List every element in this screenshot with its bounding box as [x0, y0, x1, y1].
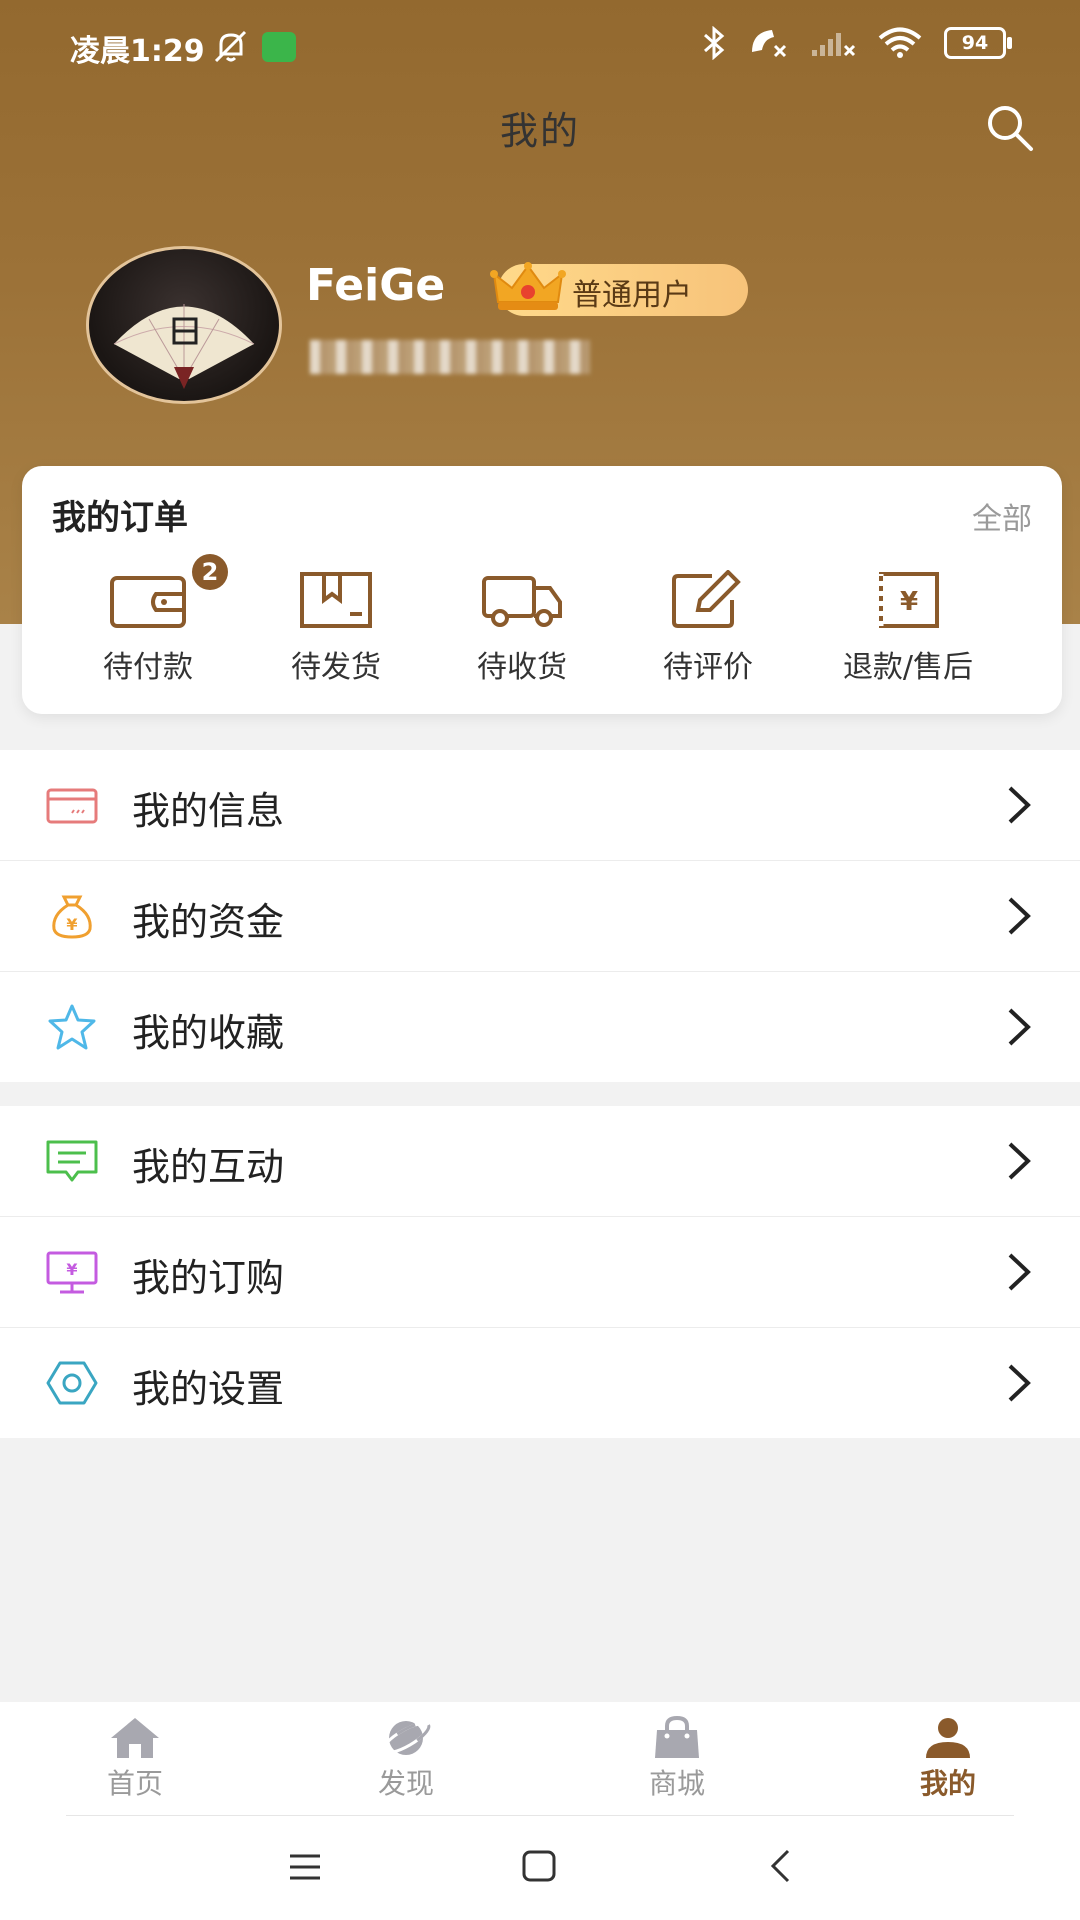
order-label: 待评价	[663, 650, 753, 685]
order-label: 退款/售后	[842, 650, 974, 685]
menu-item-my-interactions[interactable]: 我的互动	[0, 1106, 1080, 1217]
menu-label: 我的信息	[132, 789, 285, 833]
box-icon	[300, 572, 372, 628]
truck-icon	[482, 576, 562, 627]
avatar[interactable]	[86, 246, 282, 404]
battery-indicator: 94	[944, 27, 1012, 59]
order-pending-review[interactable]: 待评价	[638, 570, 778, 686]
chevron-right-icon	[1008, 1142, 1031, 1180]
back-icon[interactable]	[768, 1848, 792, 1884]
menu-label: 我的订购	[132, 1256, 285, 1300]
order-pending-payment[interactable]: 待付款	[78, 570, 218, 686]
menu-group-account: 我的信息 ¥ 我的资金 我的收藏	[0, 750, 1080, 1082]
tab-label: 商城	[648, 1767, 705, 1800]
chevron-right-icon	[1008, 1008, 1031, 1046]
order-pending-receipt[interactable]: 待收货	[452, 570, 592, 686]
menu-item-my-favorites[interactable]: 我的收藏	[0, 972, 1080, 1082]
username: FeiGe	[306, 260, 446, 311]
tab-label: 发现	[377, 1767, 434, 1800]
orders-card: 我的订单 全部 待付款 2 待发货 待收货 待评价 ¥ 退款/售后	[22, 466, 1062, 714]
tab-discover[interactable]: 发现	[346, 1716, 466, 1802]
menu-label: 我的设置	[132, 1367, 285, 1411]
menu-label: 我的互动	[132, 1145, 285, 1189]
status-bar: 凌晨1:29 94	[0, 0, 1080, 96]
order-pending-shipment[interactable]: 待发货	[266, 570, 406, 686]
app-notification-icon	[262, 32, 296, 62]
bluetooth-icon	[704, 26, 725, 60]
bell-muted-icon	[214, 30, 247, 63]
tab-home[interactable]: 首页	[75, 1716, 195, 1802]
star-icon	[48, 1004, 96, 1050]
gear-icon	[46, 1361, 98, 1405]
signal-icon	[812, 33, 856, 57]
svg-text:¥: ¥	[900, 587, 918, 617]
card-icon	[46, 788, 98, 824]
member-badge-label: 普通用户	[572, 278, 692, 313]
chevron-right-icon	[1008, 1253, 1031, 1291]
status-time: 凌晨1:29	[70, 34, 205, 69]
pending-payment-count-badge: 2	[192, 554, 228, 590]
money-bag-icon: ¥	[52, 895, 92, 939]
orders-all-link[interactable]: 全部	[972, 494, 1032, 538]
menu-item-my-subscriptions[interactable]: ¥ 我的订购	[0, 1217, 1080, 1328]
orders-title: 我的订单	[52, 498, 188, 538]
order-label: 待收货	[477, 650, 567, 685]
search-icon[interactable]	[984, 102, 1036, 154]
chevron-right-icon	[1008, 786, 1031, 824]
crown-icon	[490, 262, 566, 310]
menu-label: 我的资金	[132, 900, 285, 944]
avatar-fan-image	[113, 304, 255, 389]
tab-label: 我的	[919, 1767, 976, 1800]
menu-item-my-funds[interactable]: ¥ 我的资金	[0, 861, 1080, 972]
home-square-icon[interactable]	[522, 1850, 556, 1882]
menu-item-my-settings[interactable]: 我的设置	[0, 1328, 1080, 1438]
order-refund-aftersale[interactable]: ¥ 退款/售后	[818, 570, 998, 686]
tab-label: 首页	[106, 1767, 163, 1800]
chevron-right-icon	[1008, 1364, 1031, 1402]
wifi-icon	[878, 27, 922, 58]
menu-item-my-info[interactable]: 我的信息	[0, 750, 1080, 861]
refund-receipt-icon: ¥	[878, 572, 939, 628]
tab-mall[interactable]: 商城	[617, 1716, 737, 1802]
page-title: 我的	[499, 109, 580, 153]
chevron-right-icon	[1008, 897, 1031, 935]
edit-icon	[672, 570, 741, 628]
planet-icon	[381, 1721, 431, 1755]
wallet-icon	[110, 576, 186, 628]
menu-group-services: 我的互动 ¥ 我的订购 我的设置	[0, 1106, 1080, 1438]
order-label: 待付款	[103, 650, 193, 685]
call-blocked-icon	[752, 30, 787, 58]
svg-text:¥: ¥	[66, 1260, 77, 1279]
bottom-tab-bar: 首页 发现 商城 我的	[0, 1702, 1080, 1816]
user-icon	[926, 1718, 970, 1758]
monitor-yen-icon: ¥	[46, 1251, 98, 1294]
order-label: 待发货	[291, 650, 381, 685]
tab-mine[interactable]: 我的	[888, 1716, 1008, 1802]
menu-label: 我的收藏	[132, 1011, 285, 1055]
svg-text:¥: ¥	[66, 915, 77, 934]
shopping-bag-icon	[655, 1716, 699, 1758]
menu-icon[interactable]	[288, 1852, 322, 1882]
message-icon	[46, 1140, 98, 1182]
phone-number-blurred	[310, 340, 590, 374]
home-icon	[111, 1718, 159, 1758]
system-navigation-bar	[0, 1816, 1080, 1920]
